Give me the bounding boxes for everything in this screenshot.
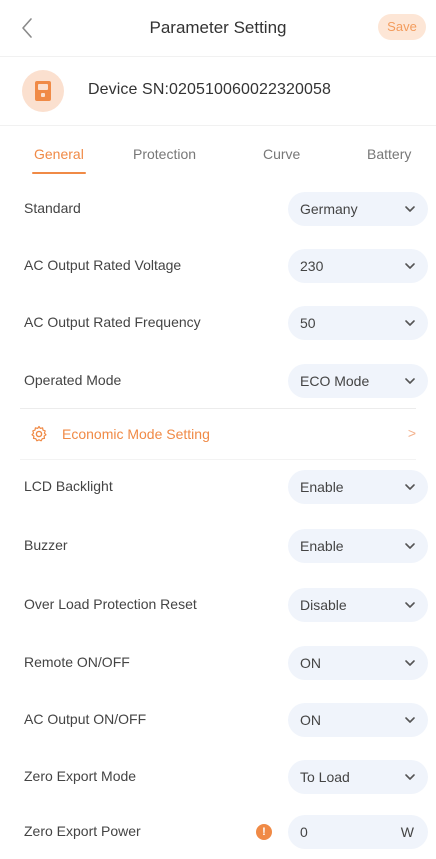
tab-curve[interactable]: Curve xyxy=(263,146,300,162)
zero-export-power-input[interactable] xyxy=(300,822,390,842)
setting-label: AC Output ON/OFF xyxy=(24,711,147,727)
page-title: Parameter Setting xyxy=(149,18,287,37)
setting-row-ac-onoff: AC Output ON/OFF ON xyxy=(0,691,436,749)
device-serial-number: Device SN:020510060022320058 xyxy=(88,81,331,98)
setting-label: Standard xyxy=(24,200,81,216)
overload-reset-select[interactable]: Disable xyxy=(288,588,428,622)
setting-label: Remote ON/OFF xyxy=(24,654,130,670)
setting-row-ac-frequency: AC Output Rated Frequency 50 xyxy=(0,294,436,352)
chevron-left-icon xyxy=(22,18,32,38)
select-value: To Load xyxy=(300,769,350,785)
lcd-backlight-select[interactable]: Enable xyxy=(288,470,428,504)
setting-row-standard: Standard Germany xyxy=(0,180,436,238)
divider xyxy=(20,408,416,409)
active-tab-indicator xyxy=(32,172,86,174)
info-icon[interactable]: ! xyxy=(256,824,272,840)
chevron-down-icon xyxy=(405,263,415,269)
header-bar: Parameter Setting Save xyxy=(0,0,436,56)
chevron-down-icon xyxy=(405,378,415,384)
chevron-down-icon xyxy=(405,774,415,780)
chevron-down-icon xyxy=(405,543,415,549)
select-value: Enable xyxy=(300,479,344,495)
operated-mode-select[interactable]: ECO Mode xyxy=(288,364,428,398)
setting-label: LCD Backlight xyxy=(24,478,113,494)
chevron-down-icon xyxy=(405,206,415,212)
economic-mode-setting-link[interactable]: Economic Mode Setting > xyxy=(0,408,436,460)
chevron-down-icon xyxy=(405,320,415,326)
setting-row-lcd-backlight: LCD Backlight Enable xyxy=(0,458,436,516)
zero-export-mode-select[interactable]: To Load xyxy=(288,760,428,794)
standard-select[interactable]: Germany xyxy=(288,192,428,226)
setting-label: AC Output Rated Voltage xyxy=(24,257,182,273)
gear-icon xyxy=(31,425,47,442)
back-button[interactable] xyxy=(14,14,42,42)
setting-row-zero-export-power: Zero Export Power ! W xyxy=(0,803,436,859)
setting-row-buzzer: Buzzer Enable xyxy=(0,517,436,575)
chevron-down-icon xyxy=(405,660,415,666)
select-value: ECO Mode xyxy=(300,373,370,389)
economic-mode-label: Economic Mode Setting xyxy=(62,426,210,442)
buzzer-select[interactable]: Enable xyxy=(288,529,428,563)
inverter-device-icon xyxy=(35,81,51,101)
unit-label: W xyxy=(400,824,414,840)
tab-bar: General Protection Curve Battery xyxy=(0,138,436,180)
setting-row-ac-voltage: AC Output Rated Voltage 230 xyxy=(0,237,436,295)
device-info-bar: Device SN:020510060022320058 xyxy=(0,56,436,126)
setting-label: Operated Mode xyxy=(24,372,122,388)
setting-label: Zero Export Mode xyxy=(24,768,137,784)
ac-voltage-select[interactable]: 230 xyxy=(288,249,428,283)
zero-export-power-field[interactable]: W xyxy=(288,815,428,849)
select-value: Germany xyxy=(300,201,358,217)
chevron-down-icon xyxy=(405,484,415,490)
tab-protection[interactable]: Protection xyxy=(133,146,196,162)
chevron-right-icon: > xyxy=(407,425,416,441)
select-value: 50 xyxy=(300,315,316,331)
setting-row-zero-export-mode: Zero Export Mode To Load xyxy=(0,748,436,806)
save-button[interactable]: Save xyxy=(378,14,426,40)
tab-general[interactable]: General xyxy=(34,146,84,162)
ac-onoff-select[interactable]: ON xyxy=(288,703,428,737)
chevron-down-icon xyxy=(405,717,415,723)
select-value: ON xyxy=(300,655,321,671)
remote-onoff-select[interactable]: ON xyxy=(288,646,428,680)
select-value: ON xyxy=(300,712,321,728)
setting-row-operated-mode: Operated Mode ECO Mode xyxy=(0,352,436,410)
device-avatar xyxy=(22,70,64,112)
select-value: Disable xyxy=(300,597,347,613)
select-value: 230 xyxy=(300,258,324,274)
setting-row-overload-reset: Over Load Protection Reset Disable xyxy=(0,576,436,634)
setting-row-remote-onoff: Remote ON/OFF ON xyxy=(0,634,436,692)
select-value: Enable xyxy=(300,538,344,554)
setting-label: Buzzer xyxy=(24,537,68,553)
chevron-down-icon xyxy=(405,602,415,608)
setting-label: Zero Export Power xyxy=(24,823,141,839)
ac-frequency-select[interactable]: 50 xyxy=(288,306,428,340)
setting-label: AC Output Rated Frequency xyxy=(24,314,201,330)
setting-label: Over Load Protection Reset xyxy=(24,596,197,612)
tab-battery[interactable]: Battery xyxy=(367,146,411,162)
